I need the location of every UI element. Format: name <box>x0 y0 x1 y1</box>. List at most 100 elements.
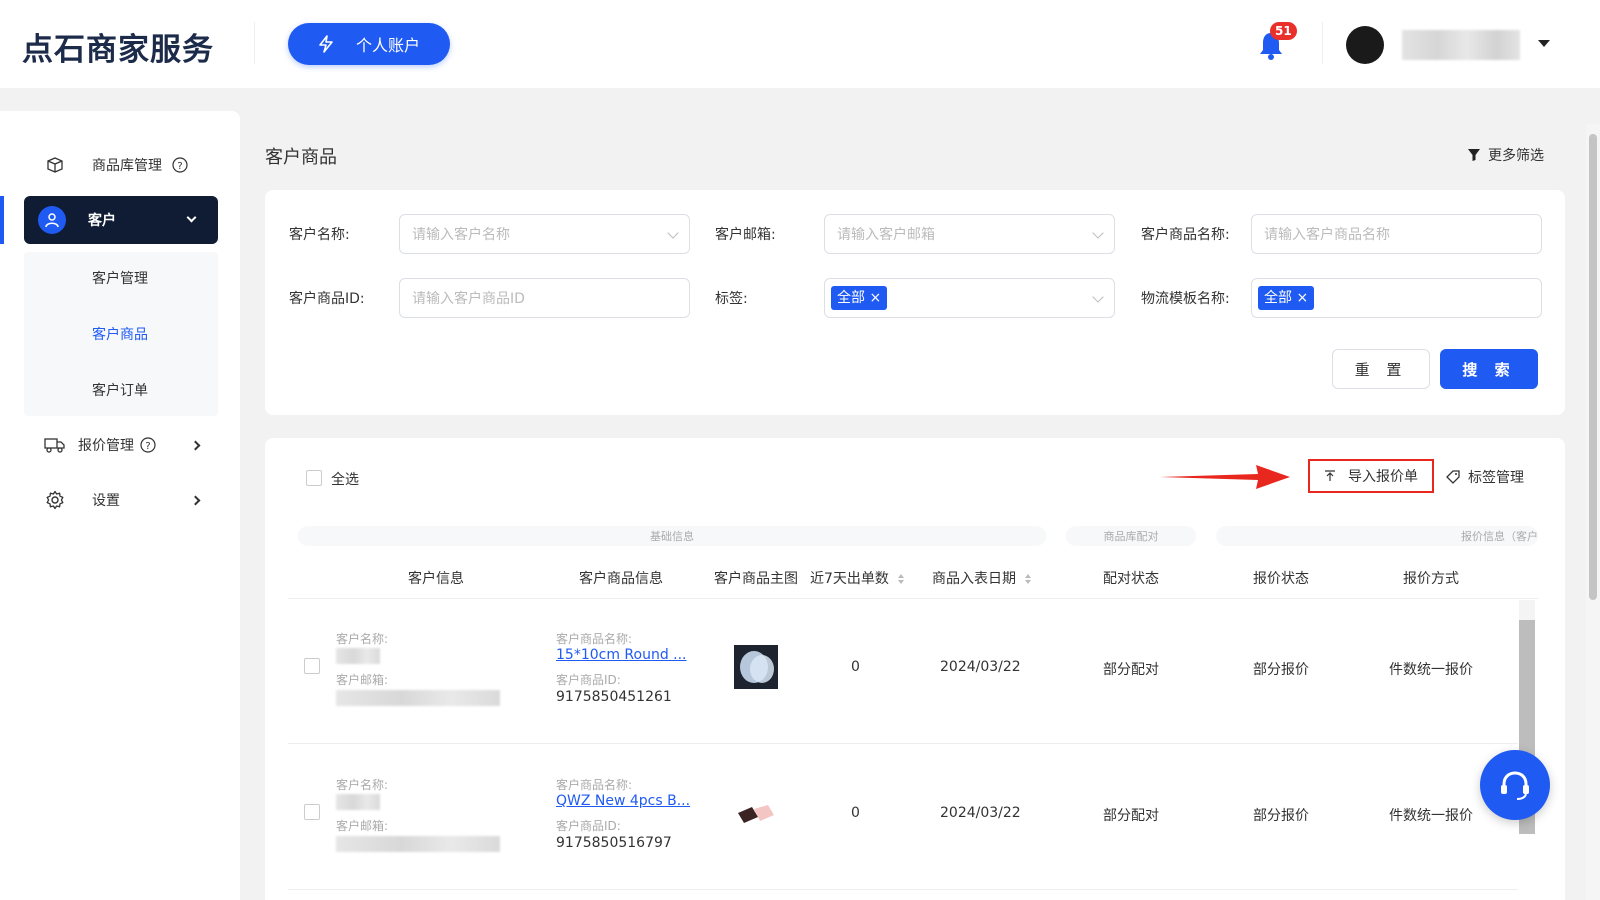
more-filter-button[interactable]: 更多筛选 <box>1468 145 1544 165</box>
tags-select[interactable]: 全部 × <box>824 278 1115 318</box>
app-logo[interactable]: 点石商家服务 <box>22 24 214 69</box>
shipping-template-select[interactable]: 全部 × <box>1251 278 1542 318</box>
shipping-template-label: 物流模板名称: <box>1141 291 1230 307</box>
more-filter-label: 更多筛选 <box>1488 148 1544 164</box>
product-name-input[interactable]: 请输入客户商品名称 <box>1251 214 1542 254</box>
reset-button[interactable]: 重 置 <box>1332 349 1430 389</box>
product-name-link[interactable]: QWZ New 4pcs B... <box>556 793 690 809</box>
col-orders-7d-label: 近7天出单数 <box>810 571 889 587</box>
lightning-icon <box>319 35 333 53</box>
added-date-value: 2024/03/22 <box>940 659 1021 675</box>
active-indicator <box>0 196 4 244</box>
sidebar-item-label: 客户 <box>88 213 116 229</box>
customer-email-placeholder: 请输入客户邮箱 <box>837 227 935 243</box>
chevron-down-icon <box>186 212 197 223</box>
customer-email-select[interactable]: 请输入客户邮箱 <box>824 214 1115 254</box>
page-scrollbar-thumb[interactable] <box>1589 134 1597 600</box>
chevron-down-icon <box>1092 227 1104 239</box>
header-divider <box>254 22 255 64</box>
tag-chip[interactable]: 全部 × <box>1258 286 1315 310</box>
sidebar-item-label: 设置 <box>92 493 120 509</box>
product-id-value: 9175850516797 <box>556 835 672 851</box>
customer-name-placeholder: 请输入客户名称 <box>412 227 510 243</box>
tag-icon <box>1446 470 1460 484</box>
row-divider <box>288 889 1518 890</box>
sort-icon[interactable] <box>897 573 905 585</box>
product-name-link[interactable]: 15*10cm Round ... <box>556 647 687 663</box>
tag-manage-button[interactable]: 标签管理 <box>1446 467 1524 487</box>
upload-icon <box>1325 470 1335 481</box>
sort-icon[interactable] <box>1024 573 1032 585</box>
sidebar-subitem-customer-products[interactable]: 客户商品 <box>92 324 148 344</box>
product-id-label: 客户商品ID: <box>289 291 365 307</box>
help-icon[interactable]: ? <box>140 437 156 453</box>
product-id-input[interactable]: 请输入客户商品ID <box>399 278 690 318</box>
close-icon[interactable]: × <box>1296 290 1308 306</box>
sidebar-subitem-customer-management[interactable]: 客户管理 <box>92 268 148 288</box>
customer-email-label: 客户邮箱: <box>715 227 776 243</box>
customer-name-redacted <box>336 648 380 664</box>
orders-7d-value: 0 <box>851 805 860 821</box>
customer-name-redacted <box>336 794 380 810</box>
quote-method-value: 件数统一报价 <box>1389 808 1473 824</box>
customer-name-select[interactable]: 请输入客户名称 <box>399 214 690 254</box>
customer-name-label: 客户名称: <box>289 227 350 243</box>
tag-chip-label: 全部 <box>837 290 865 306</box>
tags-label: 标签: <box>715 291 748 307</box>
row-checkbox[interactable] <box>304 658 320 674</box>
product-id-value: 9175850451261 <box>556 689 672 705</box>
chevron-down-icon <box>667 227 679 239</box>
col-orders-7d[interactable]: 近7天出单数 <box>810 568 905 588</box>
group-basic-info: 基础信息 <box>298 526 1046 546</box>
avatar[interactable] <box>1346 26 1384 64</box>
sidebar-subitem-customer-orders[interactable]: 客户订单 <box>92 380 148 400</box>
match-status-value: 部分配对 <box>1103 808 1159 824</box>
personal-account-button[interactable]: 个人账户 <box>288 23 450 65</box>
product-id-field-label: 客户商品ID: <box>556 673 621 687</box>
customer-name-field-label: 客户名称: <box>336 778 389 792</box>
search-button[interactable]: 搜 索 <box>1440 349 1538 389</box>
col-customer-info: 客户信息 <box>408 571 464 587</box>
tag-chip[interactable]: 全部 × <box>831 286 888 310</box>
customer-support-button[interactable] <box>1480 750 1550 820</box>
sidebar-item-settings[interactable]: 设置 <box>24 476 218 524</box>
select-all-checkbox[interactable] <box>306 470 322 486</box>
product-thumbnail[interactable] <box>734 791 778 835</box>
tag-manage-label: 标签管理 <box>1468 470 1524 486</box>
close-icon[interactable]: × <box>869 290 881 306</box>
user-icon <box>38 206 66 234</box>
username-redacted[interactable] <box>1402 30 1520 60</box>
product-name-field-label: 客户商品名称: <box>556 632 633 646</box>
sidebar-item-label: 报价管理 <box>78 438 134 454</box>
quote-method-value: 件数统一报价 <box>1389 662 1473 678</box>
notification-badge: 51 <box>1270 22 1297 40</box>
product-id-placeholder: 请输入客户商品ID <box>412 291 525 307</box>
col-added-date[interactable]: 商品入表日期 <box>932 568 1032 588</box>
help-icon[interactable]: ? <box>172 157 188 173</box>
product-thumbnail[interactable] <box>734 645 778 689</box>
box-icon <box>44 154 66 176</box>
caret-down-icon[interactable] <box>1538 40 1550 47</box>
import-quote-label: 导入报价单 <box>1348 469 1418 485</box>
customer-email-field-label: 客户邮箱: <box>336 673 389 687</box>
table-header-divider <box>288 598 1538 599</box>
row-checkbox[interactable] <box>304 804 320 820</box>
customer-name-field-label: 客户名称: <box>336 632 389 646</box>
sidebar-item-quote-management[interactable]: 报价管理 ? <box>24 421 218 469</box>
import-quote-button[interactable]: 导入报价单 <box>1308 459 1434 493</box>
page-title: 客户商品 <box>265 147 337 168</box>
svg-text:?: ? <box>145 441 150 452</box>
col-added-date-label: 商品入表日期 <box>932 571 1016 587</box>
headset-icon <box>1501 771 1529 800</box>
truck-icon <box>44 434 66 456</box>
col-quote-status: 报价状态 <box>1253 571 1309 587</box>
row-divider <box>288 743 1518 744</box>
chevron-right-icon <box>190 440 201 451</box>
sidebar-item-customer[interactable]: 客户 <box>24 196 218 244</box>
gear-icon <box>44 489 66 511</box>
col-product-image: 客户商品主图 <box>714 571 798 587</box>
sidebar-item-product-library[interactable]: 商品库管理 ? <box>24 141 218 189</box>
orders-7d-value: 0 <box>851 659 860 675</box>
quote-status-value: 部分报价 <box>1253 662 1309 678</box>
arrow-right-icon <box>1160 465 1290 489</box>
